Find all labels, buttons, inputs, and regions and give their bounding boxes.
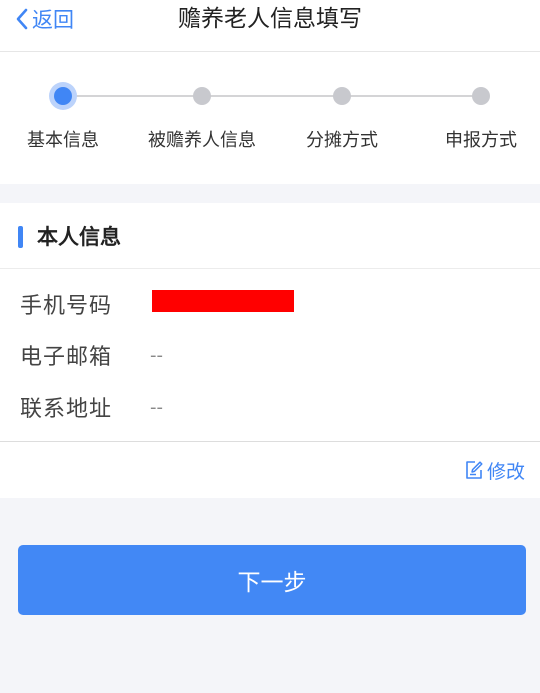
step-connector [202,95,342,97]
section-title: 本人信息 [37,225,121,249]
edit-label: 修改 [486,460,525,483]
divider [0,441,540,442]
email-label: 电子邮箱 [20,345,113,370]
section-header: 本人信息 [0,203,540,269]
personal-info-card: 本人信息 手机号码 电子邮箱 -- 联系地址 -- 修改 [0,203,540,498]
step-dot-dependent-info [193,87,211,105]
step-label-dependent-info: 被赡养人信息 [148,130,256,151]
section-accent-bar [18,226,23,248]
nav-bar: 返回 赡养老人信息填写 [0,0,540,52]
address-row: 联系地址 -- [20,390,163,424]
step-label-split-method: 分摊方式 [306,130,378,151]
step-dot-declare-method [472,87,490,105]
next-step-button[interactable]: 下一步 [18,545,526,615]
address-value: -- [150,396,163,418]
redacted-phone-number [152,290,294,312]
step-connector [342,95,481,97]
step-dot-split-method [333,87,351,105]
progress-stepper: 基本信息 被赡养人信息 分摊方式 申报方式 [0,52,540,184]
edit-button[interactable]: 修改 [464,455,525,485]
step-connector [63,95,202,97]
email-row: 电子邮箱 -- [20,338,163,372]
step-label-declare-method: 申报方式 [445,130,517,151]
step-label-basic-info: 基本信息 [27,130,99,151]
phone-label: 手机号码 [20,294,113,319]
edit-icon [464,460,487,480]
address-label: 联系地址 [20,397,113,422]
step-dot-basic-info [54,87,72,105]
page-title: 赡养老人信息填写 [178,6,362,32]
phone-row: 手机号码 [20,287,150,321]
email-value: -- [150,344,163,366]
